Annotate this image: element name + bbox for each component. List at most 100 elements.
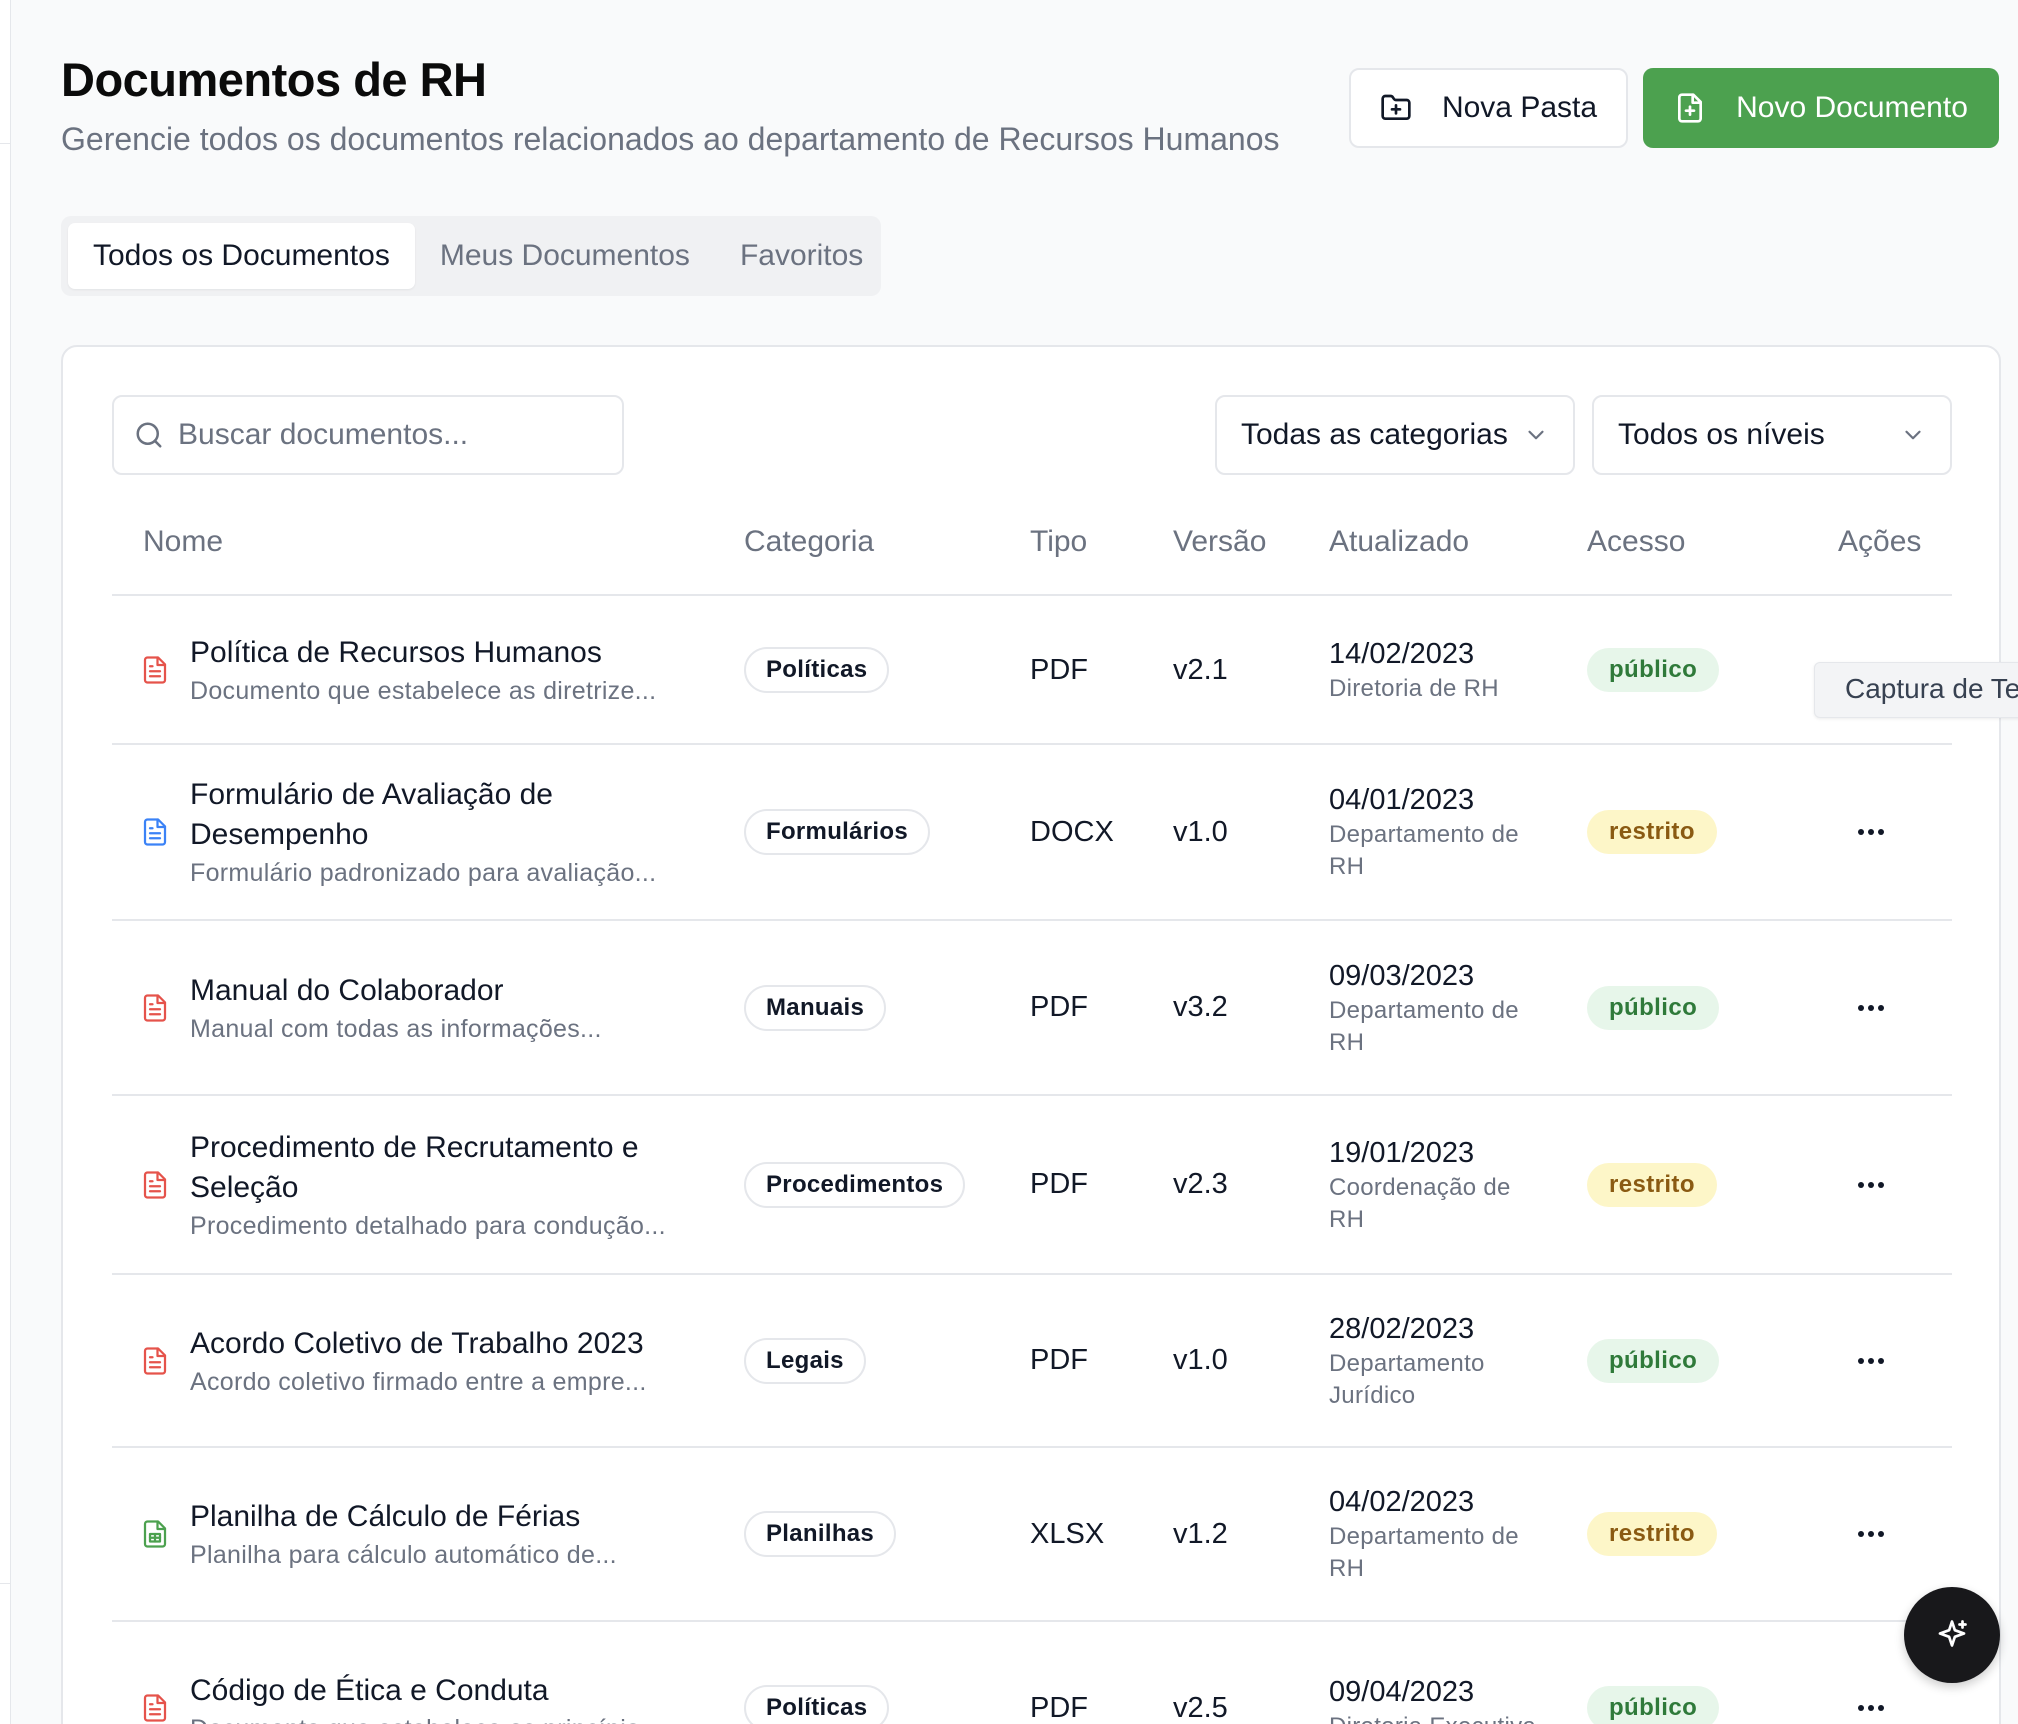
table-row[interactable]: Código de Ética e Conduta Documento que e… xyxy=(112,1622,1952,1724)
access-cell: restrito xyxy=(1587,745,1717,919)
folder-plus-icon xyxy=(1381,94,1411,120)
column-header-category[interactable]: Categoria xyxy=(744,525,874,559)
document-description: Formulário padronizado para avaliação... xyxy=(190,859,657,887)
chevron-down-icon xyxy=(1905,430,1921,440)
updated-cell: 04/01/2023 Departamento de RH xyxy=(1329,745,1549,919)
document-title[interactable]: Planilha de Cálculo de Férias xyxy=(190,1497,617,1537)
tab-favorites[interactable]: Favoritos xyxy=(715,223,888,289)
more-horizontal-icon xyxy=(1858,829,1884,835)
file-plus-icon xyxy=(1678,93,1703,123)
file-type: XLSX xyxy=(1030,1517,1105,1550)
document-description: Acordo coletivo firmado entre a empre... xyxy=(190,1367,647,1396)
ai-assistant-button[interactable] xyxy=(1904,1587,2000,1683)
updated-date: 14/02/2023 xyxy=(1329,638,1475,670)
document-title[interactable]: Código de Ética e Conduta xyxy=(190,1671,662,1711)
document-title[interactable]: Procedimento de Recrutamento e Seleção xyxy=(190,1128,700,1208)
category-cell: Procedimentos xyxy=(744,1096,966,1273)
category-select[interactable]: Todas as categorias xyxy=(1215,395,1575,475)
new-folder-button[interactable]: Nova Pasta xyxy=(1349,68,1628,148)
updated-date: 09/04/2023 xyxy=(1329,1676,1475,1708)
table-row[interactable]: Planilha de Cálculo de Férias Planilha pa… xyxy=(112,1448,1952,1622)
version: v1.0 xyxy=(1173,1344,1228,1376)
document-title[interactable]: Manual do Colaborador xyxy=(190,971,602,1011)
new-document-button[interactable]: Novo Documento xyxy=(1643,68,1999,148)
document-text: Planilha de Cálculo de Férias Planilha pa… xyxy=(190,1497,617,1571)
file-spreadsheet-icon xyxy=(143,1520,167,1548)
access-cell: público xyxy=(1587,1275,1720,1446)
column-header-updated[interactable]: Atualizado xyxy=(1329,525,1469,559)
search-box[interactable] xyxy=(112,395,624,475)
row-actions-button[interactable] xyxy=(1841,1448,1901,1620)
column-header-actions: Ações xyxy=(1838,525,1922,558)
more-horizontal-icon xyxy=(1858,1357,1884,1364)
category-cell: Manuais xyxy=(744,921,887,1094)
access-badge: restrito xyxy=(1587,810,1717,854)
table-header-divider xyxy=(112,594,1952,596)
access-cell: restrito xyxy=(1587,1448,1717,1620)
category-cell: Formulários xyxy=(744,745,930,919)
more-horizontal-icon xyxy=(1858,1004,1884,1011)
document-title[interactable]: Política de Recursos Humanos xyxy=(190,633,656,673)
access-level-select-value: Todos os níveis xyxy=(1618,418,1825,451)
table-row[interactable]: Manual do Colaborador Manual com todas as… xyxy=(112,921,1952,1096)
document-name-cell: Acordo Coletivo de Trabalho 2023 Acordo c… xyxy=(140,1275,700,1446)
row-actions-button[interactable] xyxy=(1841,1096,1901,1273)
updated-date: 28/02/2023 xyxy=(1329,1312,1475,1345)
file-text-icon xyxy=(143,1346,167,1375)
category-badge: Políticas xyxy=(744,647,890,693)
column-header-name[interactable]: Nome xyxy=(143,525,223,559)
updated-by-department: Diretoria de RH xyxy=(1329,675,1499,702)
file-text-icon xyxy=(143,993,167,1022)
version: v1.0 xyxy=(1173,815,1228,848)
table-row[interactable]: Acordo Coletivo de Trabalho 2023 Acordo c… xyxy=(112,1275,1952,1448)
screenshot-tooltip: Captura de Te xyxy=(1814,662,2018,718)
page-header: Documentos de RH Gerencie todos os docum… xyxy=(61,52,1279,158)
column-header-access[interactable]: Acesso xyxy=(1587,525,1685,559)
updated-date: 09/03/2023 xyxy=(1329,959,1475,992)
updated-cell: 14/02/2023 Diretoria de RH xyxy=(1329,597,1549,743)
updated-date: 19/01/2023 xyxy=(1329,1136,1475,1169)
table-row[interactable]: Procedimento de Recrutamento e Seleção Pr… xyxy=(112,1096,1952,1275)
updated-by-department: Departamento de RH xyxy=(1329,996,1519,1056)
document-description: Documento que estabelece os princípio... xyxy=(190,1713,662,1724)
documents-card: Todas as categorias Todos os níveis Nome… xyxy=(61,345,2001,1724)
version: v2.5 xyxy=(1173,1691,1228,1724)
chevron-down-icon xyxy=(1528,430,1544,440)
version: v3.2 xyxy=(1173,991,1228,1023)
document-name-cell: Código de Ética e Conduta Documento que e… xyxy=(140,1622,700,1724)
row-actions-button[interactable] xyxy=(1841,921,1901,1094)
document-description: Planilha para cálculo automático de... xyxy=(190,1541,617,1569)
more-horizontal-icon xyxy=(1858,1705,1884,1711)
updated-date: 04/02/2023 xyxy=(1329,1486,1475,1518)
document-description: Documento que estabelece as diretrize... xyxy=(190,677,657,705)
table-row[interactable]: Formulário de Avaliação de Desempenho For… xyxy=(112,745,1952,921)
category-cell: Políticas xyxy=(744,597,890,743)
column-header-version[interactable]: Versão xyxy=(1173,525,1266,559)
tab-my-documents[interactable]: Meus Documentos xyxy=(415,223,715,289)
document-name-cell: Procedimento de Recrutamento e Seleção Pr… xyxy=(140,1096,700,1273)
row-actions-button[interactable] xyxy=(1841,1275,1901,1446)
sidebar-edge xyxy=(0,0,11,1724)
category-cell: Legais xyxy=(744,1275,866,1446)
document-text: Formulário de Avaliação de Desempenho For… xyxy=(190,775,700,889)
category-select-value: Todas as categorias xyxy=(1241,418,1508,451)
document-title[interactable]: Acordo Coletivo de Trabalho 2023 xyxy=(190,1324,647,1364)
category-badge: Formulários xyxy=(744,809,930,855)
row-actions-button[interactable] xyxy=(1841,745,1901,919)
updated-cell: 04/02/2023 Departamento de RH xyxy=(1329,1448,1549,1620)
access-cell: restrito xyxy=(1587,1096,1717,1273)
page-title: Documentos de RH xyxy=(61,53,487,106)
document-title[interactable]: Formulário de Avaliação de Desempenho xyxy=(190,775,700,855)
tab-all-documents[interactable]: Todos os Documentos xyxy=(68,223,415,289)
column-header-type[interactable]: Tipo xyxy=(1030,525,1087,559)
file-text-icon xyxy=(143,818,167,846)
category-badge: Legais xyxy=(744,1337,866,1384)
row-actions-button[interactable] xyxy=(1841,1622,1901,1724)
table-row[interactable]: Política de Recursos Humanos Documento qu… xyxy=(112,597,1952,745)
file-type: PDF xyxy=(1030,991,1088,1023)
access-level-select[interactable]: Todos os níveis xyxy=(1592,395,1952,475)
file-text-icon xyxy=(143,1694,167,1722)
search-input[interactable] xyxy=(178,418,598,452)
file-type: PDF xyxy=(1030,1691,1088,1724)
sparkles-icon xyxy=(1938,1620,1967,1647)
